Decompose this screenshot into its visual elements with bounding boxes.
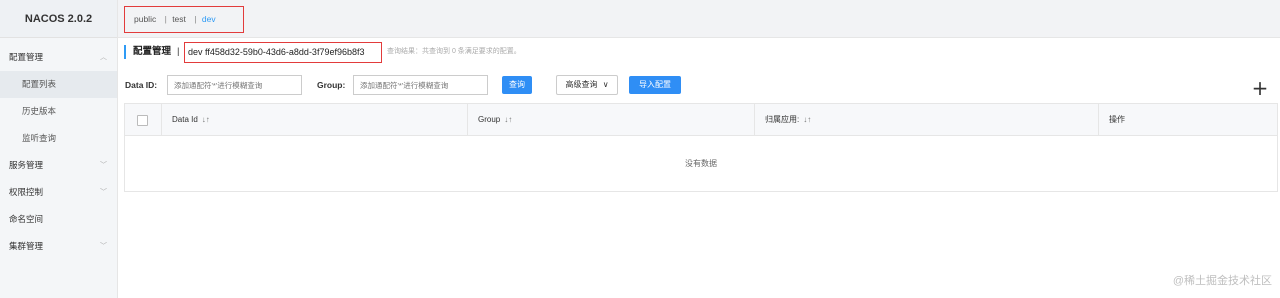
sidebar-item-label: 权限控制 xyxy=(9,187,44,197)
query-button[interactable]: 查询 xyxy=(502,76,532,94)
sidebar-item-label: 配置管理 xyxy=(9,52,44,62)
add-config-button[interactable]: + xyxy=(1249,78,1271,100)
sidebar-item-label: 配置列表 xyxy=(22,79,57,89)
namespace-separator: | xyxy=(164,14,167,24)
sidebar-item-config-list[interactable]: 配置列表 xyxy=(0,71,117,98)
column-group[interactable]: Group ↓↑ xyxy=(467,104,754,136)
namespace-tab-public[interactable]: public xyxy=(134,14,156,24)
namespace-tabs: public | test | dev xyxy=(134,0,216,38)
column-label: Data Id xyxy=(172,115,198,124)
sidebar-item-config-management[interactable]: 配置管理 ︿ xyxy=(0,44,117,71)
select-all-cell xyxy=(125,104,161,136)
dataid-input[interactable] xyxy=(167,75,302,95)
namespace-tab-test[interactable]: test xyxy=(172,14,186,24)
chevron-down-icon: ﹀ xyxy=(100,243,107,250)
import-config-button[interactable]: 导入配置 xyxy=(629,76,681,94)
sidebar-menu: 配置管理 ︿ 配置列表 历史版本 监听查询 服务管理 ﹀ 权限控制 ﹀ 命名空间… xyxy=(0,38,117,260)
title-separator: | xyxy=(177,46,180,57)
column-data-id[interactable]: Data Id ↓↑ xyxy=(161,104,467,136)
sidebar-item-namespace[interactable]: 命名空间 xyxy=(0,206,117,233)
table-empty-state: 没有数据 xyxy=(685,159,717,168)
watermark: @稀土掘金技术社区 xyxy=(1172,275,1272,287)
page-title: 配置管理 xyxy=(133,46,172,57)
sidebar-item-service-management[interactable]: 服务管理 ﹀ xyxy=(0,152,117,179)
sidebar-item-access-control[interactable]: 权限控制 ﹀ xyxy=(0,179,117,206)
sidebar: NACOS 2.0.2 配置管理 ︿ 配置列表 历史版本 监听查询 服务管理 ﹀… xyxy=(0,0,118,298)
namespace-separator: | xyxy=(194,14,197,24)
chevron-down-icon: ∨ xyxy=(602,80,609,89)
sidebar-item-listener-query[interactable]: 监听查询 xyxy=(0,125,117,152)
group-input[interactable] xyxy=(353,75,488,95)
app-logo: NACOS 2.0.2 xyxy=(0,0,117,38)
namespace-bar: public | test | dev xyxy=(118,0,1280,38)
select-all-checkbox[interactable] xyxy=(137,115,148,126)
column-label: Group xyxy=(478,115,501,124)
table-header: Data Id ↓↑ Group ↓↑ 归属应用: ↓↑ 操作 xyxy=(125,104,1277,136)
advanced-query-label: 高级查询 xyxy=(565,80,598,89)
sidebar-item-label: 服务管理 xyxy=(9,160,44,170)
column-app[interactable]: 归属应用: ↓↑ xyxy=(754,104,1098,136)
chevron-up-icon: ︿ xyxy=(100,54,107,61)
chevron-down-icon: ﹀ xyxy=(100,162,107,169)
title-accent-bar xyxy=(124,45,126,59)
sort-icon: ↓↑ xyxy=(201,115,210,124)
sidebar-item-history[interactable]: 历史版本 xyxy=(0,98,117,125)
config-table: Data Id ↓↑ Group ↓↑ 归属应用: ↓↑ 操作 没有数据 xyxy=(124,103,1278,192)
sidebar-item-label: 监听查询 xyxy=(22,133,57,143)
column-label: 操作 xyxy=(1109,115,1125,124)
sidebar-item-label: 历史版本 xyxy=(22,106,57,116)
sort-icon: ↓↑ xyxy=(803,115,812,124)
sort-icon: ↓↑ xyxy=(504,115,513,124)
namespace-tab-dev[interactable]: dev xyxy=(202,14,216,24)
sidebar-item-label: 命名空间 xyxy=(9,214,44,224)
column-label: 归属应用: xyxy=(765,115,800,124)
namespace-id-display: dev ff458d32-59b0-43d6-a8dd-3f79ef96b8f3 xyxy=(184,42,382,63)
advanced-query-button[interactable]: 高级查询 ∨ xyxy=(556,75,618,95)
sidebar-item-cluster-management[interactable]: 集群管理 ﹀ xyxy=(0,233,117,260)
sidebar-item-label: 集群管理 xyxy=(9,241,44,251)
dataid-label: Data ID: xyxy=(125,80,158,90)
query-result-text: 查询结果：共查询到 0 条满足要求的配置。 xyxy=(387,48,521,55)
column-actions: 操作 xyxy=(1098,104,1277,136)
group-label: Group: xyxy=(317,80,346,90)
chevron-down-icon: ﹀ xyxy=(100,189,107,196)
